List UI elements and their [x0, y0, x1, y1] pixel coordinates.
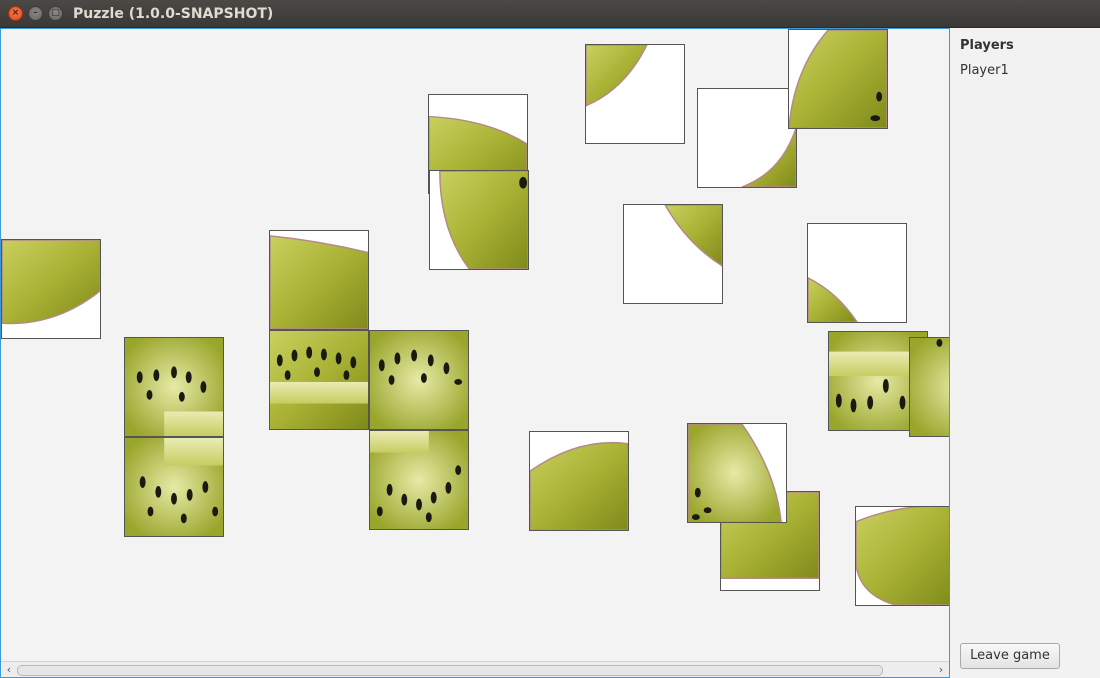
puzzle-piece[interactable] — [855, 506, 949, 606]
players-heading: Players — [960, 38, 1014, 53]
minimize-icon: – — [33, 8, 38, 18]
sidebar: Players Player1 Leave game — [950, 28, 1100, 678]
puzzle-piece[interactable] — [529, 431, 629, 531]
puzzle-piece[interactable] — [1, 239, 101, 339]
maximize-window-button[interactable]: □ — [48, 6, 63, 21]
maximize-icon: □ — [51, 8, 60, 18]
minimize-window-button[interactable]: – — [28, 6, 43, 21]
puzzle-piece[interactable] — [623, 204, 723, 304]
puzzle-piece[interactable] — [269, 330, 369, 430]
player-list-item: Player1 — [960, 63, 1009, 78]
puzzle-piece[interactable] — [124, 437, 224, 537]
window-title: Puzzle (1.0.0-SNAPSHOT) — [73, 6, 274, 22]
puzzle-piece[interactable] — [369, 430, 469, 530]
close-icon: × — [11, 8, 20, 18]
close-window-button[interactable]: × — [8, 6, 23, 21]
scrollbar-thumb[interactable] — [17, 665, 883, 676]
scroll-left-icon[interactable]: ‹ — [2, 663, 16, 677]
puzzle-piece[interactable] — [697, 88, 797, 188]
horizontal-scrollbar[interactable]: ‹ › — [1, 661, 949, 677]
puzzle-canvas[interactable] — [1, 29, 949, 661]
scroll-right-icon[interactable]: › — [934, 663, 948, 677]
puzzle-piece[interactable] — [909, 337, 949, 437]
puzzle-board[interactable]: ‹ › — [0, 28, 950, 678]
leave-game-button[interactable]: Leave game — [960, 643, 1060, 669]
puzzle-piece[interactable] — [429, 170, 529, 270]
puzzle-piece[interactable] — [788, 29, 888, 129]
puzzle-piece[interactable] — [585, 44, 685, 144]
window-titlebar: × – □ Puzzle (1.0.0-SNAPSHOT) — [0, 0, 1100, 28]
puzzle-piece[interactable] — [269, 230, 369, 330]
puzzle-piece[interactable] — [807, 223, 907, 323]
puzzle-piece[interactable] — [687, 423, 787, 523]
puzzle-piece[interactable] — [124, 337, 224, 437]
puzzle-piece[interactable] — [369, 330, 469, 430]
